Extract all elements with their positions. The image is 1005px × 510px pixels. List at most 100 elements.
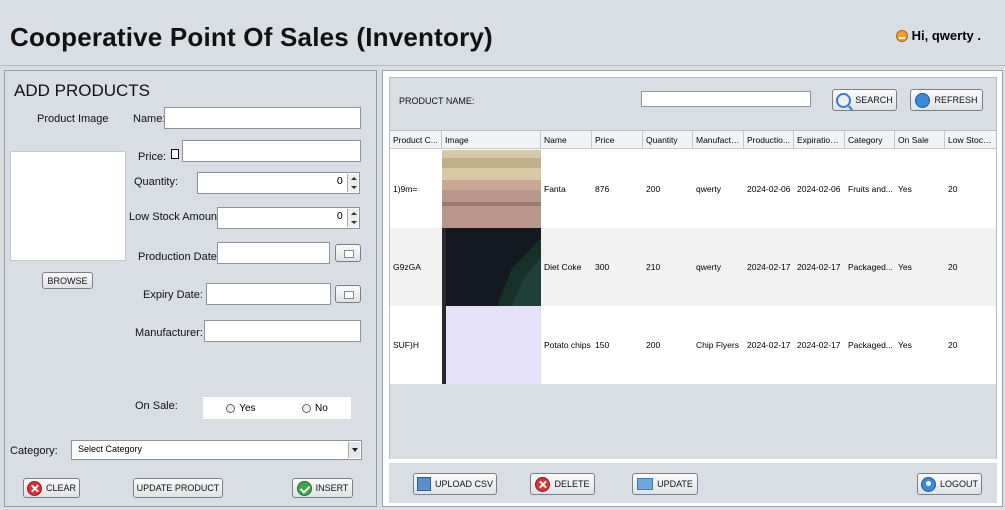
- manufacturer-cell: Chip Flyers: [696, 340, 739, 350]
- low-stock-cell: 20: [948, 262, 958, 272]
- search-icon: [836, 92, 852, 108]
- low-stock-spinner[interactable]: 0: [217, 207, 360, 229]
- column-header[interactable]: Low Stock...: [945, 131, 996, 149]
- production-date-cell: 2024-02-06: [747, 184, 791, 194]
- radio-icon[interactable]: [226, 403, 236, 413]
- greeting-text: Hi, qwerty .: [911, 28, 981, 43]
- column-header[interactable]: Category: [845, 131, 895, 149]
- column-header[interactable]: Expiration ...: [794, 131, 845, 149]
- search-bar: PRODUCT NAME: SEARCH REFRESH: [390, 78, 996, 130]
- logout-button[interactable]: LOGOUT: [917, 473, 982, 495]
- category-value: Select Category: [78, 444, 143, 454]
- expiry-date-calendar-icon[interactable]: [335, 285, 361, 303]
- user-icon: [920, 476, 936, 492]
- upload-csv-button[interactable]: UPLOAD CSV: [413, 473, 497, 495]
- price-cell: 876: [595, 184, 610, 194]
- category-select[interactable]: Select Category: [71, 440, 362, 460]
- spinner-arrows-icon[interactable]: [347, 209, 358, 227]
- quantity-cell: 210: [646, 262, 661, 272]
- products-table[interactable]: Product C... Image Name Price Quantity M…: [390, 130, 996, 459]
- quantity-label: Quantity:: [134, 176, 179, 188]
- table-row[interactable]: SUF)H Potato chips 150 200 Chip Flyers 2…: [390, 306, 996, 384]
- check-icon: [296, 480, 312, 496]
- category-label: Category:: [10, 445, 58, 457]
- column-header[interactable]: Name: [541, 131, 592, 149]
- manufacturer-field[interactable]: [204, 320, 361, 342]
- clear-button[interactable]: CLEAR: [23, 478, 80, 498]
- add-products-panel: ADD PRODUCTS Product Image Name: Price: …: [4, 70, 377, 507]
- edit-icon: [637, 478, 654, 490]
- action-bar: UPLOAD CSV DELETE UPDATE LOGOUT: [389, 463, 997, 503]
- on-sale-label: On Sale:: [135, 400, 178, 412]
- name-field[interactable]: [164, 107, 361, 129]
- browse-button[interactable]: BROWSE: [42, 272, 93, 289]
- delete-button[interactable]: DELETE: [530, 473, 595, 495]
- expiry-date-field[interactable]: [206, 283, 331, 305]
- expiration-date-cell: 2024-02-17: [797, 262, 841, 272]
- delete-label: DELETE: [554, 479, 590, 489]
- product-name-label: PRODUCT NAME:: [399, 96, 475, 106]
- price-cell: 150: [595, 340, 610, 350]
- product-image-thumbnail: [442, 150, 541, 228]
- on-sale-cell: Yes: [898, 262, 912, 272]
- title-bar: Cooperative Point Of Sales (Inventory) H…: [0, 0, 1005, 66]
- product-image-preview: [10, 151, 126, 261]
- on-sale-cell: Yes: [898, 340, 912, 350]
- expiry-date-label: Expiry Date:: [143, 289, 203, 301]
- quantity-spinner[interactable]: 0: [197, 172, 360, 194]
- update-product-button[interactable]: UPDATE PRODUCT: [133, 478, 223, 498]
- expiration-date-cell: 2024-02-06: [797, 184, 841, 194]
- low-stock-cell: 20: [948, 340, 958, 350]
- column-header[interactable]: Quantity: [643, 131, 693, 149]
- on-sale-yes-radio[interactable]: Yes: [226, 403, 256, 414]
- table-row[interactable]: G9zGA Diet Coke 300 210 qwerty 2024-02-1…: [390, 228, 996, 306]
- price-field[interactable]: [182, 140, 361, 162]
- update-product-label: UPDATE PRODUCT: [136, 483, 220, 493]
- production-date-calendar-icon[interactable]: [335, 244, 361, 262]
- spinner-arrows-icon[interactable]: [347, 174, 358, 192]
- refresh-label: REFRESH: [934, 95, 978, 105]
- product-code-cell: SUF)H: [393, 340, 419, 350]
- table-row[interactable]: 1)9m= Fanta 876 200 qwerty 2024-02-06 20…: [390, 150, 996, 228]
- update-button[interactable]: UPDATE: [632, 473, 698, 495]
- radio-icon[interactable]: [301, 403, 311, 413]
- category-cell: Fruits and...: [848, 184, 893, 194]
- column-header[interactable]: Price: [592, 131, 643, 149]
- search-button[interactable]: SEARCH: [832, 89, 897, 111]
- on-sale-cell: Yes: [898, 184, 912, 194]
- table-header: Product C... Image Name Price Quantity M…: [390, 131, 996, 149]
- on-sale-no-radio[interactable]: No: [301, 403, 328, 414]
- search-input[interactable]: [641, 91, 811, 107]
- category-cell: Packaged...: [848, 340, 893, 350]
- production-date-field[interactable]: [217, 242, 330, 264]
- production-date-cell: 2024-02-17: [747, 262, 791, 272]
- document-icon: [416, 477, 431, 491]
- quantity-value: 0: [336, 176, 343, 187]
- column-header[interactable]: On Sale: [895, 131, 945, 149]
- low-stock-cell: 20: [948, 184, 958, 194]
- name-cell: Potato chips: [544, 340, 591, 350]
- app-title: Cooperative Point Of Sales (Inventory): [10, 22, 493, 52]
- product-code-cell: 1)9m=: [393, 184, 418, 194]
- product-image-thumbnail: [442, 306, 541, 384]
- search-label: SEARCH: [855, 95, 893, 105]
- logout-label: LOGOUT: [939, 479, 978, 489]
- refresh-button[interactable]: REFRESH: [910, 89, 983, 111]
- product-code-cell: G9zGA: [393, 262, 421, 272]
- on-sale-radio-group: Yes No: [203, 397, 351, 419]
- column-header[interactable]: Manufactu...: [693, 131, 744, 149]
- column-header[interactable]: Productio...: [744, 131, 794, 149]
- product-image-thumbnail: [442, 228, 541, 306]
- column-header[interactable]: Product C...: [390, 131, 442, 149]
- products-view: PRODUCT NAME: SEARCH REFRESH Product C..…: [389, 77, 997, 459]
- upload-csv-label: UPLOAD CSV: [434, 479, 494, 489]
- quantity-cell: 200: [646, 340, 661, 350]
- production-date-cell: 2024-02-17: [747, 340, 791, 350]
- price-label: Price:: [138, 151, 167, 163]
- chevron-down-icon[interactable]: [348, 442, 360, 458]
- column-header[interactable]: Image: [442, 131, 541, 149]
- expiration-date-cell: 2024-02-17: [797, 340, 841, 350]
- clear-icon: [26, 480, 42, 496]
- insert-button[interactable]: INSERT: [292, 478, 353, 498]
- manufacturer-label: Manufacturer:: [135, 327, 203, 339]
